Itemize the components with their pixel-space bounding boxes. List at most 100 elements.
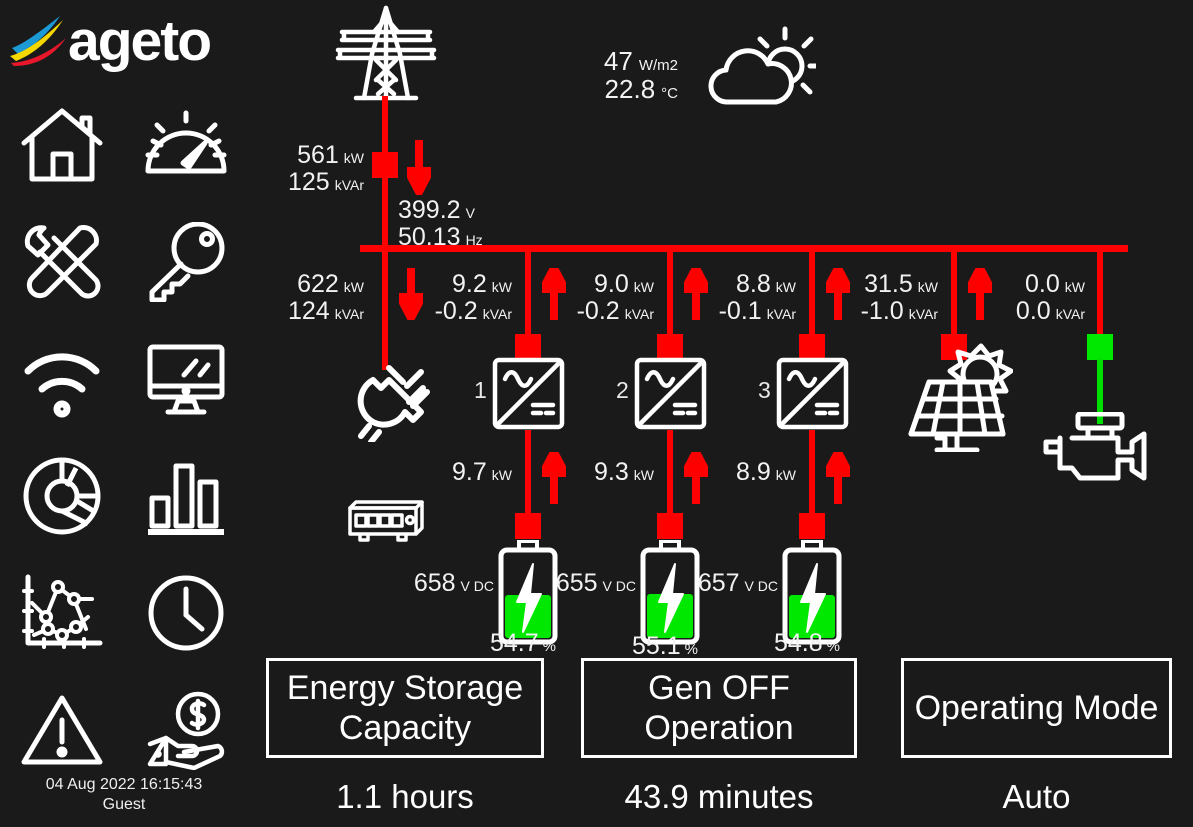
hmi-screen: ageto 04 Aug 2022 16:15:43 Guest 47 W/m2… xyxy=(0,0,1193,827)
generator-kw-value: 0.0 xyxy=(1025,270,1060,298)
sidebar-item-distribution[interactable] xyxy=(0,437,124,554)
home-icon xyxy=(21,108,103,181)
bar-chart-icon xyxy=(148,463,224,535)
panel-energy-storage-capacity-title: Energy Storage Capacity xyxy=(287,668,523,748)
inverter-1-dc-kw: 9.7 kW xyxy=(418,459,512,489)
sidebar-item-display[interactable] xyxy=(124,320,248,437)
datetime-label: 04 Aug 2022 16:15:43 xyxy=(45,776,203,793)
sidebar-item-home[interactable] xyxy=(0,86,124,203)
utility-kvar: 125 kVAr xyxy=(240,169,364,199)
battery-1-voltage-unit: V DC xyxy=(460,578,494,594)
sidebar: ageto 04 Aug 2022 16:15:43 Guest xyxy=(0,0,248,827)
battery-1-soc-unit: % xyxy=(542,638,557,655)
battery-1-voltage-value: 658 xyxy=(413,569,456,597)
inverter-3-number: 3 xyxy=(758,377,771,403)
battery-3-voltage-unit: V DC xyxy=(744,578,778,594)
inverter-2-kvar: -0.2 kVAr xyxy=(538,298,654,328)
utility-kw-value: 561 xyxy=(297,141,339,169)
status-clock: 04 Aug 2022 16:15:43 Guest xyxy=(0,775,248,815)
utility-breaker[interactable] xyxy=(372,152,398,178)
brand-logo[interactable]: ageto xyxy=(6,6,242,76)
inverter-3-kw-unit: kW xyxy=(775,279,796,295)
inverter-2-number: 2 xyxy=(616,377,629,403)
sidebar-item-dashboard[interactable] xyxy=(124,86,248,203)
sidebar-icon-grid xyxy=(0,86,248,788)
inverter-3-kvar: -0.1 kVAr xyxy=(680,298,796,328)
battery-2-voltage-value: 655 xyxy=(555,569,598,597)
pv-kw-unit: kW xyxy=(917,279,938,295)
brand-name: ageto xyxy=(68,9,212,73)
sidebar-item-access[interactable] xyxy=(124,203,248,320)
panel-energy-storage-capacity-value: 1.1 hours xyxy=(336,778,474,815)
engine-icon xyxy=(1043,412,1147,481)
inverter-3-kw-value: 8.8 xyxy=(736,270,771,298)
battery-3-voltage-value: 657 xyxy=(697,569,740,597)
sidebar-item-trends[interactable] xyxy=(0,554,124,671)
sidebar-item-history[interactable] xyxy=(124,554,248,671)
inverter-1-kw-value: 9.2 xyxy=(452,270,487,298)
panel-gen-off-operation[interactable]: Gen OFF Operation xyxy=(581,658,857,758)
battery-2-breaker[interactable] xyxy=(657,513,683,539)
utility-flow-arrow-down xyxy=(407,140,431,195)
sidebar-row-1 xyxy=(0,86,248,203)
temperature-value: 22.8 xyxy=(604,74,656,104)
battery-1-soc: 54.7% xyxy=(490,630,556,660)
panel-energy-storage-capacity[interactable]: Energy Storage Capacity xyxy=(266,658,544,758)
inverter-2-dc-kw-value: 9.3 xyxy=(594,458,629,486)
load-kw-value: 622 xyxy=(297,270,339,298)
generator-kvar-value: 0.0 xyxy=(1015,297,1051,325)
panel-operating-mode[interactable]: Operating Mode xyxy=(901,658,1172,758)
key-icon xyxy=(149,221,225,302)
partly-cloudy-icon xyxy=(708,26,816,105)
battery-1-breaker[interactable] xyxy=(515,513,541,539)
inverter-1-dc-kw-value: 9.7 xyxy=(452,458,487,486)
pv-kvar: -1.0 kVAr xyxy=(813,298,938,328)
utility-kvar-unit: kVAr xyxy=(334,177,364,193)
generator-kw-unit: kW xyxy=(1064,279,1085,295)
inverter-1-icon xyxy=(492,357,565,430)
sidebar-item-statistics[interactable] xyxy=(124,437,248,554)
sidebar-item-alarms[interactable] xyxy=(0,671,124,788)
battery-2-voltage-unit: V DC xyxy=(602,578,636,594)
inverter-1-number: 1 xyxy=(474,377,487,403)
inverter-2-dc-kw-unit: kW xyxy=(633,467,654,483)
sidebar-row-4 xyxy=(0,437,248,554)
battery-3-breaker[interactable] xyxy=(799,513,825,539)
inverter-3-dc-kw: 8.9 kW xyxy=(702,459,796,489)
sidebar-item-network[interactable] xyxy=(0,320,124,437)
inverter-2-kw-value: 9.0 xyxy=(594,270,629,298)
pv-kvar-value: -1.0 xyxy=(860,297,904,325)
pv-kvar-unit: kVAr xyxy=(908,306,938,322)
generator-breaker[interactable] xyxy=(1087,334,1113,360)
clock-icon xyxy=(148,575,224,650)
sidebar-item-maintenance[interactable] xyxy=(0,203,124,320)
battery-3-soc-value: 54.8 xyxy=(774,629,823,657)
inverter-2-kw-unit: kW xyxy=(633,279,654,295)
single-line-diagram: 47W/m2 22.8°C 561kW 125kVAr 399.2V xyxy=(248,0,1193,827)
load-kw-unit: kW xyxy=(343,279,364,295)
transmission-tower-icon xyxy=(335,5,437,101)
temperature-unit: °C xyxy=(661,85,678,102)
panel-0-title-line1: Energy Storage xyxy=(286,669,524,707)
panel-gen-off-operation-title: Gen OFF Operation xyxy=(644,668,793,748)
inverter-1-dc-kw-unit: kW xyxy=(491,467,512,483)
main-bus-bar xyxy=(360,245,1128,252)
alarm-warning-icon xyxy=(21,695,103,764)
inverter-3-kvar-unit: kVAr xyxy=(766,306,796,322)
irradiance-value: 47 xyxy=(603,46,633,76)
pv-kw-value: 31.5 xyxy=(864,270,913,298)
sidebar-item-cost[interactable] xyxy=(124,671,248,788)
network-switch-icon xyxy=(348,500,424,542)
panel-operating-mode-title: Operating Mode xyxy=(915,688,1159,728)
plug-icon xyxy=(357,365,430,442)
wifi-icon xyxy=(24,352,100,417)
sidebar-row-5 xyxy=(0,554,248,671)
panel-1-title-line1: Gen OFF xyxy=(648,669,790,707)
tools-icon xyxy=(24,224,101,298)
panel-operating-mode-value: Auto xyxy=(1002,778,1071,815)
pie-chart-icon xyxy=(23,457,101,534)
panel-0-title-line2: Capacity xyxy=(338,709,472,747)
battery-2-soc-unit: % xyxy=(684,641,699,658)
user-label: Guest xyxy=(102,796,146,813)
panel-2-title-line1: Operating Mode xyxy=(914,689,1159,727)
